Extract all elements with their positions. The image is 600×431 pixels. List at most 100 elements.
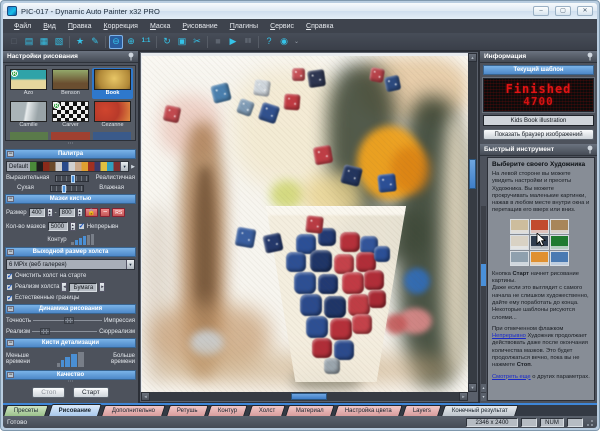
preset-cezanne[interactable]: Cezanne	[92, 100, 133, 131]
save-file-icon[interactable]: ▦	[37, 35, 51, 49]
tab-presets[interactable]: Пресеты	[3, 405, 49, 416]
tab-layers[interactable]: Layers	[402, 405, 442, 416]
quality-section-header[interactable]: − Качество	[5, 370, 136, 380]
natural-borders-checkbox[interactable]: ✓	[6, 295, 13, 302]
tab-additional[interactable]: Дополнительно	[102, 405, 167, 416]
preset-benson[interactable]: Benson	[50, 68, 91, 99]
scroll-down-icon[interactable]: ▼	[481, 393, 486, 401]
scroll-right-icon[interactable]: ►	[459, 392, 468, 401]
collapse-icon[interactable]: −	[7, 151, 14, 157]
favorites-icon[interactable]: ★	[73, 35, 87, 49]
pause-icon[interactable]: ▮▮	[241, 35, 255, 49]
zoom-out-icon[interactable]: ⊖	[109, 35, 123, 49]
mini-thumbnail[interactable]	[550, 235, 569, 250]
rs-button[interactable]: RS	[112, 208, 125, 217]
collapse-icon[interactable]: −	[7, 340, 14, 346]
rotate-icon[interactable]: ↻	[160, 35, 174, 49]
chevron-down-icon[interactable]: ▼	[126, 260, 134, 269]
collapse-icon[interactable]: −	[7, 372, 14, 378]
menu-file[interactable]: Файл	[9, 22, 36, 31]
menu-service[interactable]: Сервис	[265, 22, 299, 31]
vertical-scrollbar[interactable]: ▲ ▼	[468, 53, 477, 392]
scroll-up-icon[interactable]: ▲	[468, 53, 477, 62]
see-more-link[interactable]: Смотреть еще	[492, 374, 531, 380]
export-image-icon[interactable]: ▧	[52, 35, 66, 49]
open-file-icon[interactable]: ▤	[22, 35, 36, 49]
tab-color-setup[interactable]: Настройка цвета	[334, 405, 402, 416]
stop-button[interactable]: Стоп	[32, 387, 65, 398]
maximize-button[interactable]: ▢	[555, 6, 571, 16]
paper-next-arrow[interactable]: ▸	[99, 282, 105, 292]
continuous-checkbox[interactable]: ✓	[78, 223, 85, 230]
stroke-count-stepper[interactable]: ▲▼	[70, 222, 76, 231]
contour-level-widget[interactable]	[71, 234, 94, 245]
vertical-scroll-thumb[interactable]	[469, 159, 476, 189]
panel-splitter[interactable]: ⋯	[3, 143, 138, 148]
start-button[interactable]: Старт	[73, 387, 109, 398]
palette-section-header[interactable]: − Палитра	[5, 149, 136, 159]
crop-icon[interactable]: ✂	[190, 35, 204, 49]
palette-expand-icon[interactable]: ▶	[131, 164, 135, 170]
pin-icon[interactable]	[587, 52, 593, 61]
pin-icon[interactable]	[128, 52, 134, 61]
realism-slider[interactable]	[32, 328, 97, 335]
dynamics-section-header[interactable]: − Динамика рисования	[5, 304, 136, 314]
canvas-viewport[interactable]	[141, 53, 468, 392]
mini-thumbnail[interactable]	[530, 251, 549, 266]
menu-edit[interactable]: Правка	[63, 22, 97, 31]
tab-material[interactable]: Материал	[285, 405, 334, 416]
preset-carver[interactable]: R Carver	[50, 100, 91, 131]
tab-retouch[interactable]: Ретушь	[166, 405, 208, 416]
toolbar-overflow-icon[interactable]: ⌄	[294, 38, 299, 45]
mini-thumbnail[interactable]	[510, 219, 529, 234]
scroll-left-icon[interactable]: ◄	[141, 392, 150, 401]
mini-preset-grid[interactable]	[510, 219, 572, 266]
horizontal-scrollbar[interactable]: ◄ ►	[141, 392, 468, 401]
size-min-stepper[interactable]: ▲▼	[47, 208, 53, 217]
scroll-up-icon[interactable]: ▲	[481, 384, 486, 392]
strokes-section-header[interactable]: − Мазки кистью	[5, 194, 136, 204]
clear-canvas-checkbox[interactable]: ✓	[6, 273, 13, 280]
size-max-input[interactable]: 800	[59, 208, 75, 217]
paper-type-value[interactable]: Бумага	[69, 283, 97, 292]
help-icon[interactable]: ?	[262, 35, 276, 49]
panel-scrollbar[interactable]: ▲ ▼	[481, 206, 486, 401]
collapse-icon[interactable]: −	[7, 196, 14, 202]
size-max-stepper[interactable]: ▲▼	[77, 208, 83, 217]
output-size-dropdown[interactable]: 6 MPix (веб галерея) ▼	[6, 259, 135, 270]
panel-scroll-thumb[interactable]	[481, 264, 486, 286]
menu-mask[interactable]: Маска	[145, 22, 175, 31]
title-bar[interactable]: PIC-017 - Dynamic Auto Painter x32 PRO ‒…	[3, 3, 597, 19]
web-icon[interactable]: ◉	[277, 35, 291, 49]
new-file-icon[interactable]: □	[7, 35, 21, 49]
menu-view[interactable]: Вид	[38, 22, 61, 31]
stroke-count-input[interactable]: 5000	[48, 222, 68, 231]
tab-contour[interactable]: Контур	[208, 405, 249, 416]
menu-help[interactable]: Справка	[301, 22, 338, 31]
detail-level-widget[interactable]	[57, 352, 84, 367]
detail-section-header[interactable]: − Кисти детализации	[5, 338, 136, 348]
tab-canvas[interactable]: Холст	[248, 405, 286, 416]
continuous-link[interactable]: Непрерывно	[492, 333, 526, 339]
size-min-input[interactable]: 400	[29, 208, 45, 217]
mini-thumbnail[interactable]	[530, 219, 549, 234]
collapse-icon[interactable]: −	[7, 249, 14, 255]
lock-icon[interactable]: 🔓	[85, 208, 98, 217]
scroll-down-icon[interactable]: ▼	[468, 383, 477, 392]
pin-icon[interactable]	[587, 145, 593, 154]
tab-painting[interactable]: Рисование	[48, 404, 102, 416]
minimize-button[interactable]: ‒	[533, 6, 549, 16]
menu-painting[interactable]: Рисование	[177, 22, 222, 31]
expressive-slider[interactable]	[55, 175, 89, 182]
tab-final-result[interactable]: Конечный результат	[441, 405, 519, 416]
preset-camille[interactable]: Camille	[8, 100, 49, 131]
mini-thumbnail[interactable]	[550, 251, 569, 266]
palette-dropdown[interactable]: Default ▼	[6, 161, 129, 172]
horizontal-scroll-thumb[interactable]	[291, 393, 327, 400]
edit-brush-icon[interactable]: ✎	[88, 35, 102, 49]
mini-thumbnail[interactable]	[510, 251, 529, 266]
zoom-in-icon[interactable]: ⊕	[124, 35, 138, 49]
preset-azo[interactable]: R Azo	[8, 68, 49, 99]
wave-icon[interactable]: ~	[100, 208, 110, 217]
stop-icon[interactable]: ■	[211, 35, 225, 49]
